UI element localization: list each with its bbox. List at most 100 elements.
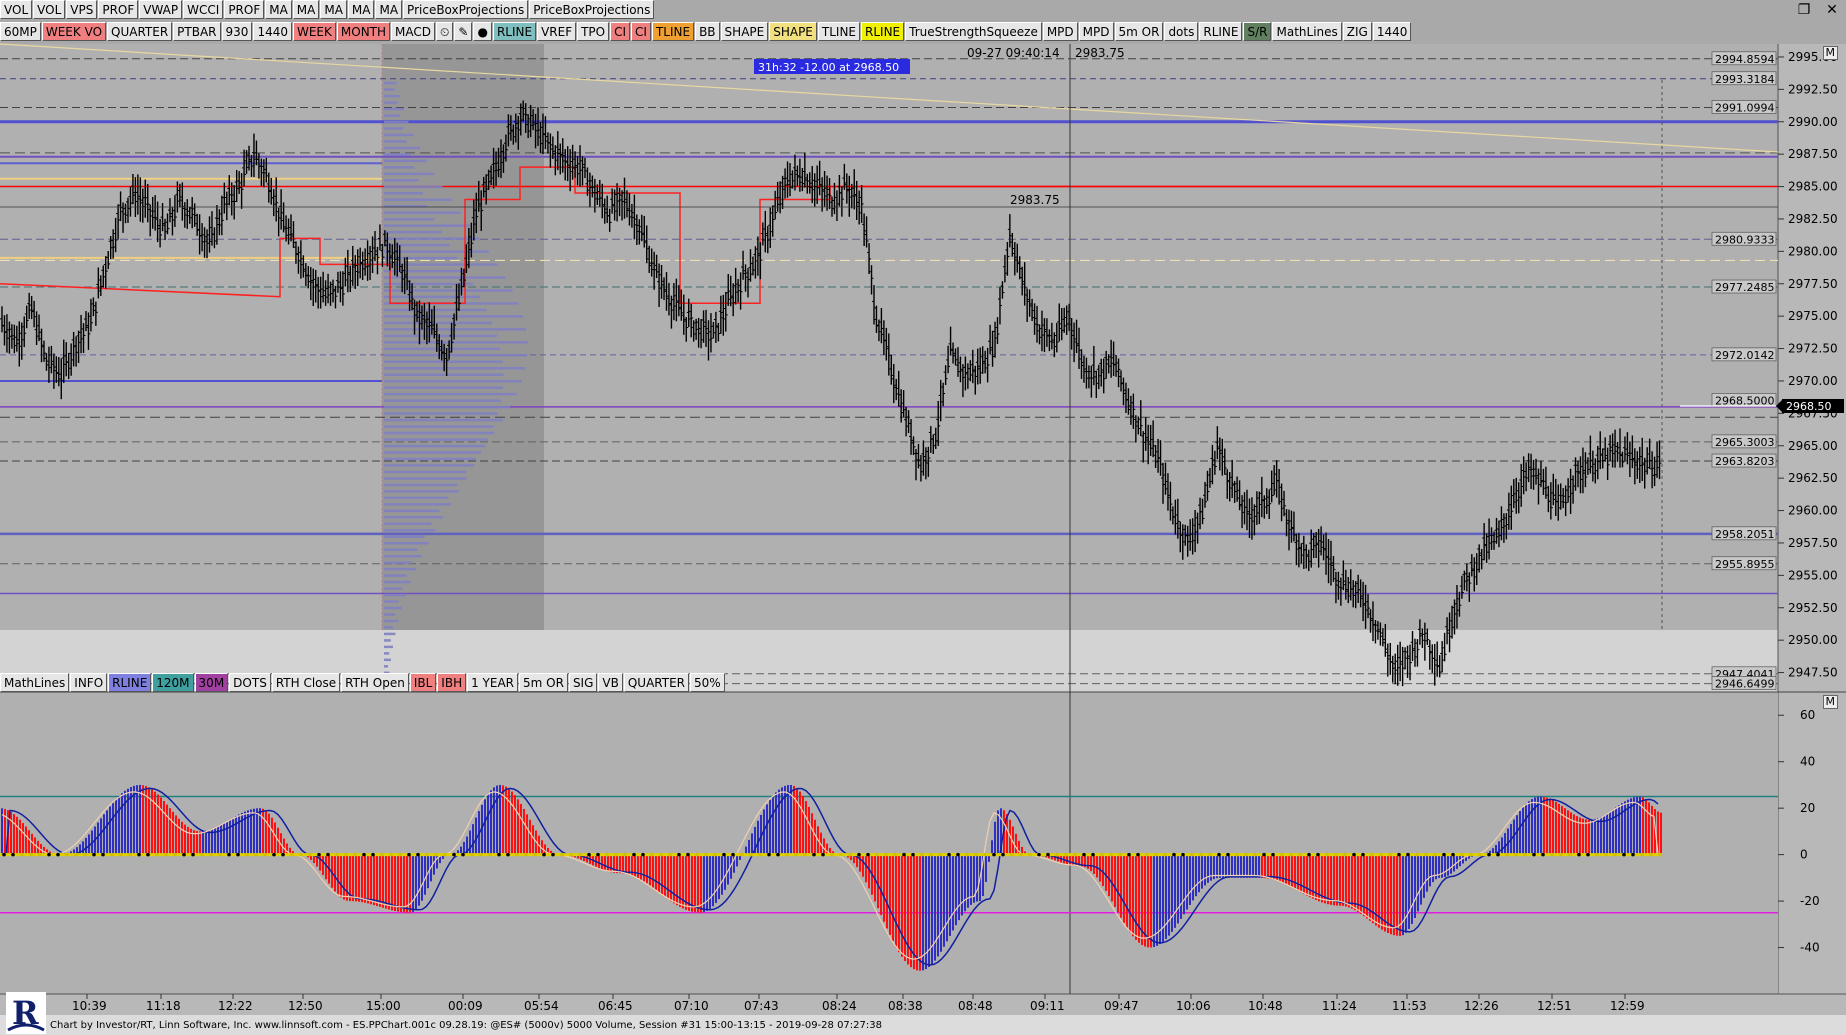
study-mpd-button[interactable]: MPD (1042, 22, 1078, 41)
time-label: 07:43 (744, 999, 779, 1013)
study-tline-button[interactable]: TLINE (651, 22, 695, 41)
indicator-ma-button[interactable]: MA (292, 0, 320, 19)
indicator-prof-button[interactable]: PROF (224, 0, 265, 19)
indicator-ma-button[interactable]: MA (375, 0, 403, 19)
study-bb-button[interactable]: BB (695, 22, 720, 41)
overlay-5m-or-button[interactable]: 5m OR (519, 673, 568, 692)
study--button[interactable]: ● (473, 22, 492, 41)
study-s-r-button[interactable]: S/R (1243, 22, 1272, 41)
indicator-vwap-button[interactable]: VWAP (139, 0, 183, 19)
level-tag-label: 2963.8203 (1715, 455, 1775, 468)
overlay-120m-button[interactable]: 120M (152, 673, 194, 692)
osc-tick-label: 0 (1800, 848, 1808, 862)
study-1440-button[interactable]: 1440 (253, 22, 292, 41)
study-tline-button[interactable]: TLINE (817, 22, 861, 41)
study-vref-button[interactable]: VREF (537, 22, 577, 41)
chart-canvas[interactable]: 2995.002992.502990.002987.502985.002982.… (0, 0, 1846, 1035)
level-tag-label: 2972.0142 (1715, 349, 1775, 362)
indicator-vol-button[interactable]: VOL (0, 0, 33, 19)
study--button[interactable]: ✎ (454, 22, 473, 41)
overlay-ibh-button[interactable]: IBH (437, 673, 467, 692)
osc-tick-label: 20 (1800, 801, 1815, 815)
indicator-priceboxprojections-button[interactable]: PriceBoxProjections (403, 0, 529, 19)
study-week-button[interactable]: WEEK (292, 22, 336, 41)
time-label: 11:18 (146, 999, 181, 1013)
study-930-button[interactable]: 930 (221, 22, 253, 41)
study-60mp-button[interactable]: 60MP (0, 22, 41, 41)
overlay-rth-close-button[interactable]: RTH Close (271, 673, 341, 692)
indicator-toolbar-lower: MathLines INFO RLINE 120M 30M DOTS RTH Close RT… (0, 673, 726, 693)
price-tick-label: 2987.50 (1788, 147, 1838, 161)
overlay-30m-button[interactable]: 30M (194, 673, 229, 692)
study-shape-button[interactable]: SHAPE (769, 22, 817, 41)
study--button[interactable]: ⏲ (436, 22, 454, 41)
price-tick-label: 2960.00 (1788, 504, 1838, 518)
overlay-info-button[interactable]: INFO (70, 673, 108, 692)
time-label: 12:59 (1610, 999, 1645, 1013)
study-ptbar-button[interactable]: PTBAR (173, 22, 221, 41)
price-tick-label: 2955.00 (1788, 568, 1838, 582)
overlay-50-button[interactable]: 50% (690, 673, 725, 692)
study-ci-button[interactable]: CI (610, 22, 631, 41)
study-rline-button[interactable]: RLINE (1199, 22, 1243, 41)
indicator-ma-button[interactable]: MA (265, 0, 292, 19)
restore-window-icon[interactable]: ❐ (1790, 0, 1818, 20)
price-tick-label: 2957.50 (1788, 536, 1838, 550)
level-tag-label: 2994.8594 (1715, 53, 1775, 66)
overlay-vb-button[interactable]: VB (598, 673, 623, 692)
indicator-vol-button[interactable]: VOL (33, 0, 66, 19)
study-mathlines-button[interactable]: MathLines (1272, 22, 1342, 41)
time-label: 05:54 (524, 999, 559, 1013)
indicator-priceboxprojections-button[interactable]: PriceBoxProjections (529, 0, 655, 19)
indicator-vps-button[interactable]: VPS (66, 0, 98, 19)
study-dots-button[interactable]: dots (1164, 22, 1199, 41)
osc-tick-label: -40 (1800, 941, 1820, 955)
measure-label: 31h:32 -12.00 at 2968.50 (758, 61, 899, 74)
time-label: 09:11 (1030, 999, 1065, 1013)
study-month-button[interactable]: MONTH (336, 22, 391, 41)
osc-tick-label: 60 (1800, 708, 1815, 722)
indicator-toolbar-top: VOL VOL VPS PROF VWAP WCCI PROF MA MA MA MA MA Price… (0, 0, 655, 20)
study-mpd-button[interactable]: MPD (1078, 22, 1114, 41)
price-tick-label: 2990.00 (1788, 115, 1838, 129)
oscillator-pane-menu-button[interactable]: M (1822, 695, 1838, 709)
overlay-dots-button[interactable]: DOTS (229, 673, 271, 692)
indicator-wcci-button[interactable]: WCCI (183, 0, 224, 19)
price-tick-label: 2965.00 (1788, 439, 1838, 453)
close-window-icon[interactable]: ✕ (1818, 0, 1846, 20)
study-rline-button[interactable]: RLINE (861, 22, 905, 41)
price-tick-label: 2980.00 (1788, 244, 1838, 258)
overlay-rline-button[interactable]: RLINE (108, 673, 152, 692)
time-label: 12:22 (218, 999, 253, 1013)
study-quarter-button[interactable]: QUARTER (107, 22, 173, 41)
indicator-prof-button[interactable]: PROF (98, 0, 139, 19)
time-label: 12:26 (1464, 999, 1499, 1013)
overlay-1-year-button[interactable]: 1 YEAR (467, 673, 519, 692)
overlay-sig-button[interactable]: SIG (568, 673, 598, 692)
study-truestrengthsqueeze-button[interactable]: TrueStrengthSqueeze (905, 22, 1042, 41)
study-week-vo-button[interactable]: WEEK VO (41, 22, 107, 41)
indicator-ma-button[interactable]: MA (347, 0, 375, 19)
study-5m-or-button[interactable]: 5m OR (1114, 22, 1164, 41)
price-marker-label: 2983.75 (1010, 193, 1060, 207)
time-label: 09:47 (1104, 999, 1139, 1013)
time-label: 10:06 (1176, 999, 1211, 1013)
study-shape-button[interactable]: SHAPE (720, 22, 769, 41)
price-tick-label: 2950.00 (1788, 633, 1838, 647)
study-1440-button[interactable]: 1440 (1372, 22, 1412, 41)
level-tag-label: 2991.0994 (1715, 102, 1775, 115)
level-tag-label: 2958.2051 (1715, 528, 1775, 541)
study-macd-button[interactable]: MACD (391, 22, 436, 41)
time-label: 11:24 (1322, 999, 1357, 1013)
study-rline-button[interactable]: RLINE (492, 22, 537, 41)
price-tick-label: 2982.50 (1788, 212, 1838, 226)
study-ci-button[interactable]: CI (631, 22, 651, 41)
study-tpo-button[interactable]: TPO (577, 22, 610, 41)
overlay-rth-open-button[interactable]: RTH Open (341, 673, 409, 692)
overlay-mathlines-button[interactable]: MathLines (0, 673, 70, 692)
overlay-quarter-button[interactable]: QUARTER (623, 673, 690, 692)
price-pane-menu-button[interactable]: M (1822, 46, 1838, 60)
overlay-ibl-button[interactable]: IBL (409, 673, 437, 692)
study-zig-button[interactable]: ZIG (1342, 22, 1372, 41)
indicator-ma-button[interactable]: MA (320, 0, 347, 19)
